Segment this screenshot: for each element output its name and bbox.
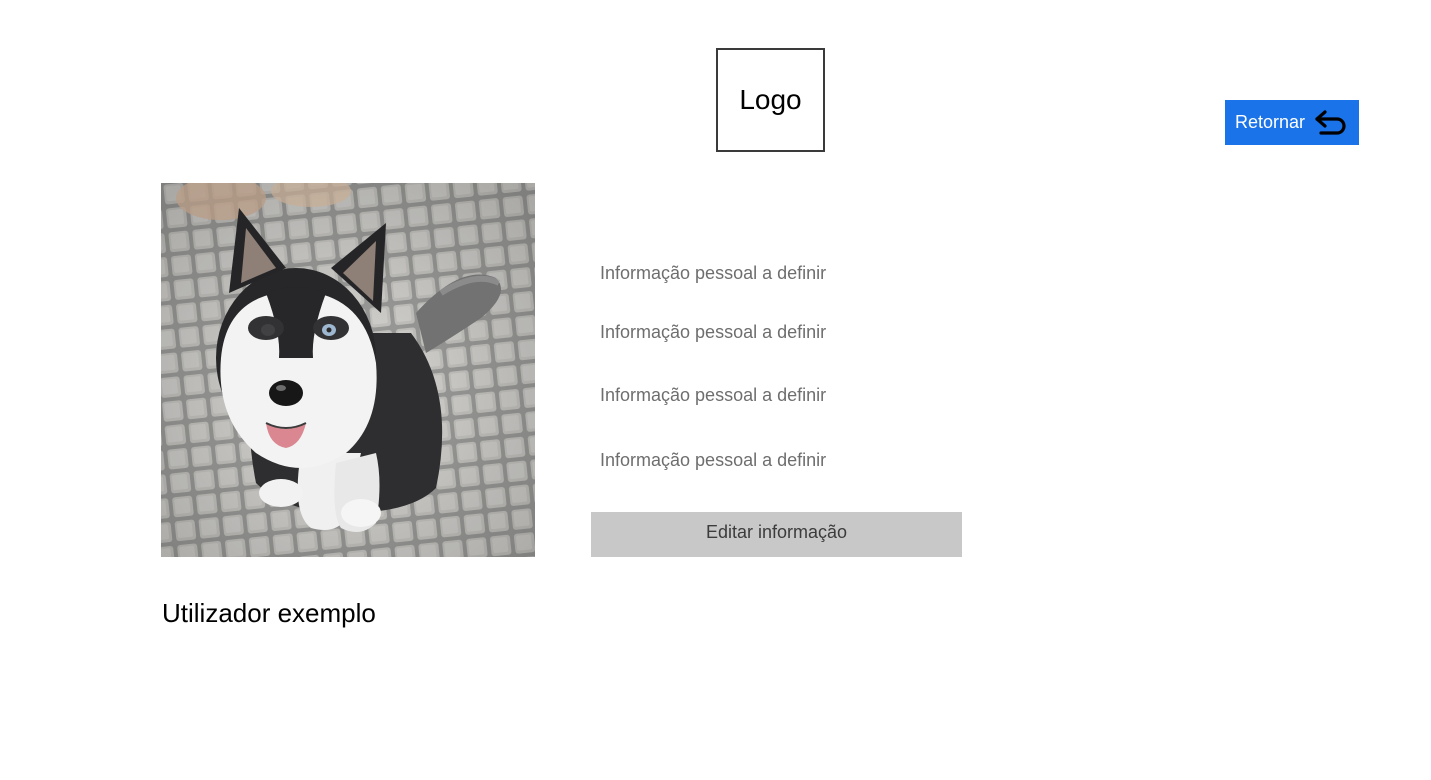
edit-info-button[interactable]: Editar informação: [591, 512, 962, 557]
info-line-1: Informação pessoal a definir: [600, 263, 827, 283]
back-button[interactable]: Retornar: [1225, 100, 1359, 145]
back-button-label: Retornar: [1235, 112, 1306, 132]
info-line-3: Informação pessoal a definir: [600, 385, 827, 405]
info-line-2: Informação pessoal a definir: [600, 322, 827, 342]
edit-info-button-label: Editar informação: [705, 522, 848, 542]
logo-text: Logo: [739, 84, 802, 115]
return-arrow-icon: [1313, 108, 1349, 138]
profile-photo: [161, 183, 535, 557]
info-line-4: Informação pessoal a definir: [600, 450, 827, 470]
username: Utilizador exemplo: [162, 598, 376, 628]
logo: Logo: [716, 48, 825, 152]
